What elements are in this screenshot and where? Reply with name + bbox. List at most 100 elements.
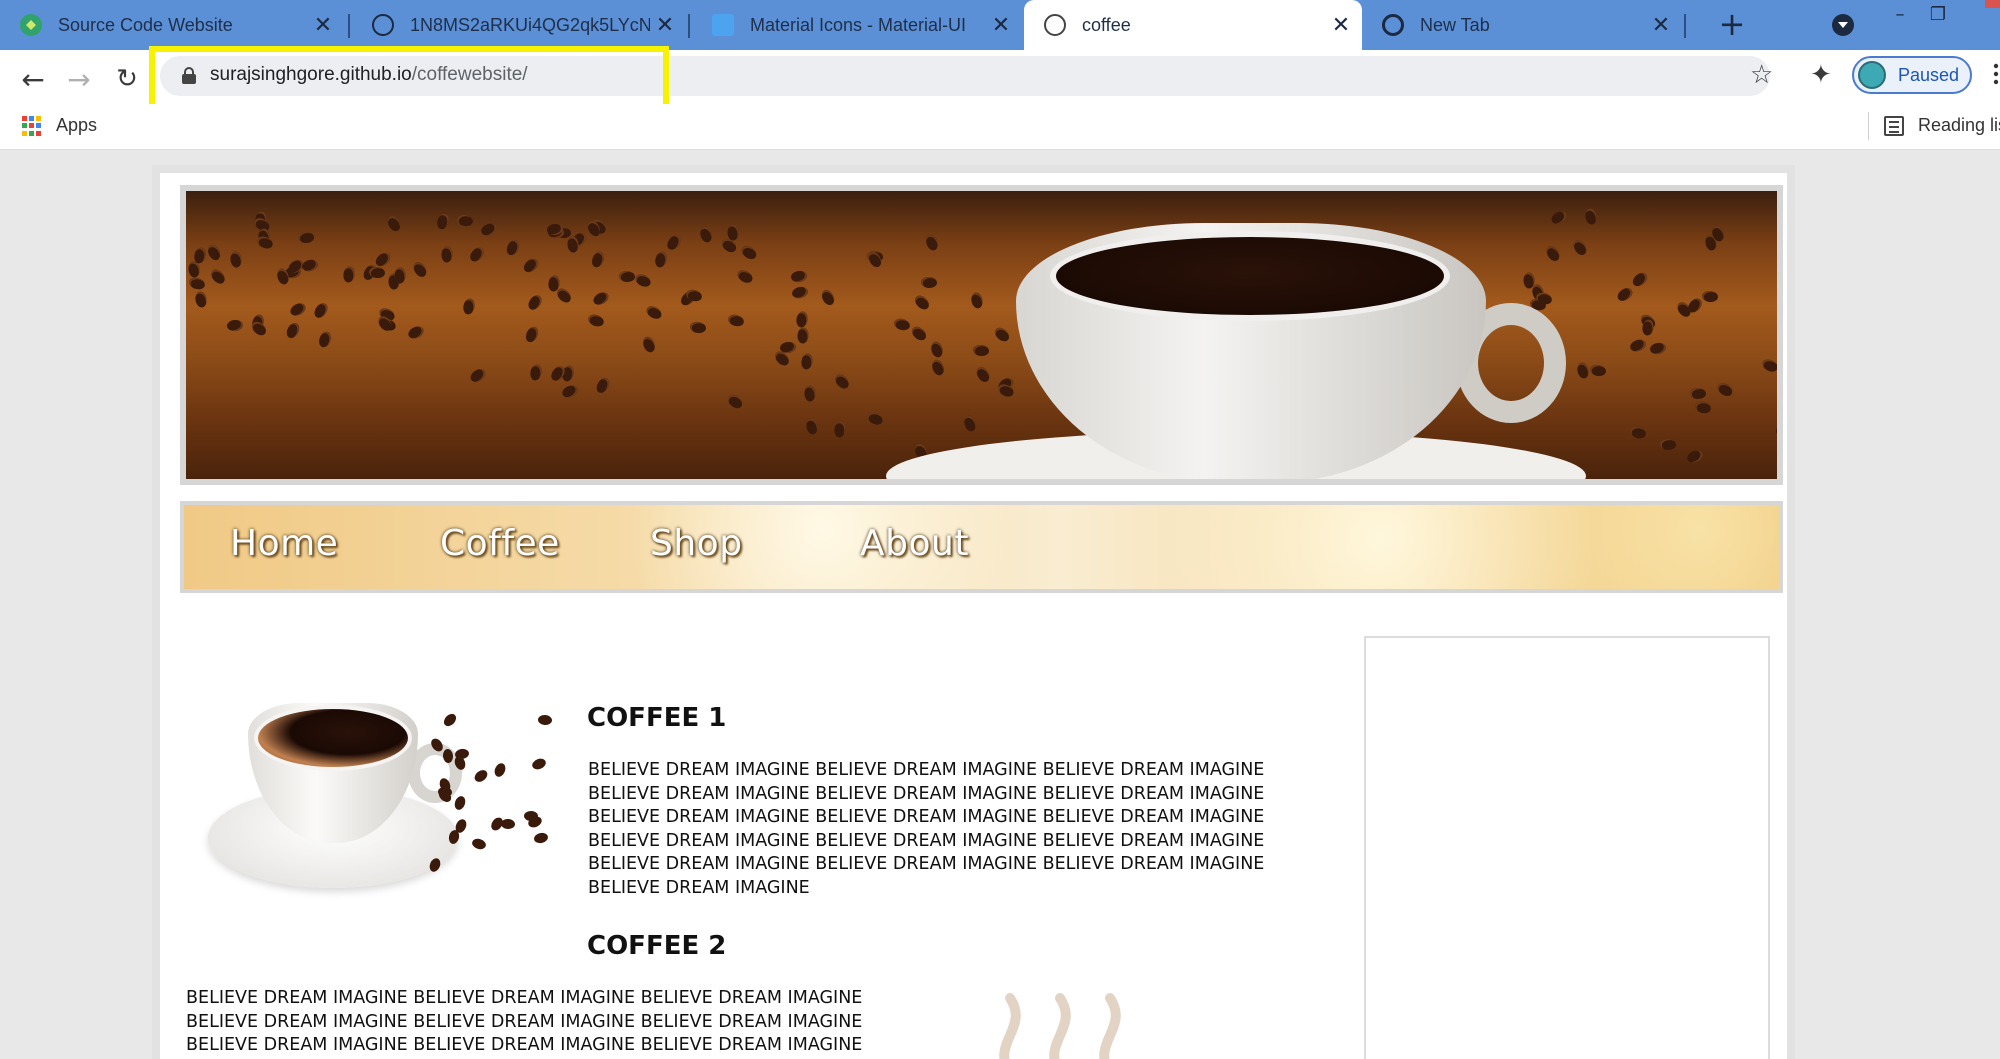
coffee-bean	[492, 761, 508, 779]
coffee-bean	[974, 364, 992, 385]
nav-home[interactable]: Home	[230, 523, 338, 564]
apps-bookmark[interactable]: Apps	[56, 115, 97, 136]
header-banner-image	[180, 185, 1783, 485]
tab-new-tab[interactable]: New Tab ✕	[1362, 0, 1682, 50]
profile-label: Paused	[1898, 65, 1960, 85]
coffee-bean	[467, 244, 487, 265]
coffee-bean	[962, 414, 978, 433]
nav-coffee[interactable]: Coffee	[440, 523, 560, 564]
coffee-bean	[1715, 380, 1735, 399]
minimize-icon[interactable]: –	[1880, 0, 1920, 30]
tab-search-icon[interactable]	[1832, 14, 1854, 36]
coffee-cup-shape	[1016, 213, 1566, 479]
tab-1n8ms2ark[interactable]: 1N8MS2aRKUi4QG2qk5LYcNw ✕	[352, 0, 686, 50]
coffee-bean	[833, 420, 847, 439]
reading-list-button[interactable]: Reading lis	[1918, 115, 2000, 136]
coffee-bean	[470, 837, 488, 851]
coffee-bean	[316, 330, 334, 349]
bookmarks-bar: Apps Reading lis	[0, 104, 2000, 150]
close-icon[interactable]: ✕	[1326, 12, 1356, 38]
coffee-bean	[1630, 270, 1650, 289]
menu-dots-icon[interactable]	[1992, 62, 2000, 86]
coffee-bean	[1760, 357, 1777, 374]
coffee-bean	[504, 237, 522, 258]
plus-icon[interactable]: +	[1714, 6, 1750, 42]
tab-material-icons[interactable]: Material Icons - Material-UI ✕	[692, 0, 1022, 50]
coffee-bean	[567, 236, 579, 253]
restore-icon[interactable]: ❐	[1918, 0, 1958, 30]
tab-source-code-website[interactable]: Source Code Website ✕	[0, 0, 344, 50]
coffee-bean	[1689, 387, 1707, 400]
coffee-bean	[194, 290, 208, 309]
coffee-bean	[633, 271, 653, 290]
close-icon[interactable]: ✕	[308, 12, 338, 38]
coffee-bean	[1584, 207, 1598, 226]
coffee-bean	[795, 310, 809, 329]
coffee-bean	[537, 714, 553, 726]
coffee-bean	[528, 363, 544, 382]
tab-title: coffee	[1082, 14, 1131, 35]
coffee-bean	[1575, 361, 1591, 380]
coffee-bean	[454, 747, 470, 761]
tab-separator	[1684, 14, 1686, 38]
apps-grid-icon[interactable]	[22, 116, 42, 136]
coffee-bean	[560, 383, 580, 400]
coffee-bean	[725, 392, 745, 411]
coffee-bean	[924, 233, 940, 252]
globe-icon	[372, 14, 394, 36]
close-icon[interactable]: ✕	[1646, 12, 1676, 38]
tab-strip: Source Code Website ✕ 1N8MS2aRKUi4QG2qk5…	[0, 0, 2000, 50]
coffee-bean	[1615, 285, 1635, 304]
coffee-bean	[300, 258, 320, 273]
coffee-cup-image	[208, 683, 553, 893]
back-arrow-icon[interactable]: ←	[16, 62, 50, 96]
coffee-bean	[726, 312, 746, 329]
tab-title: Source Code Website	[58, 14, 233, 35]
coffee-bean	[1649, 341, 1667, 356]
forward-arrow-icon[interactable]: →	[62, 62, 96, 96]
avatar	[1858, 61, 1886, 89]
divider	[1868, 112, 1869, 140]
reading-list-icon[interactable]	[1884, 116, 1904, 136]
nav-about[interactable]: About	[860, 523, 969, 564]
close-icon[interactable]: ✕	[650, 12, 680, 38]
coffee-bean	[930, 358, 946, 377]
coffee-bean	[1549, 208, 1569, 227]
coffee-bean	[288, 300, 308, 319]
coffee-bean	[591, 289, 611, 308]
coffee-bean	[523, 324, 541, 345]
coffee-bean	[805, 417, 819, 436]
site-container: Home Coffee Shop About COFFEE 1 BELIEVE …	[152, 165, 1795, 1059]
star-icon[interactable]: ☆	[1750, 60, 1773, 90]
close-icon[interactable]: ✕	[986, 12, 1016, 38]
coffee-bean	[1544, 243, 1562, 264]
coffee-bean	[205, 242, 223, 263]
globe-icon	[1044, 14, 1066, 36]
reload-icon[interactable]: ↻	[110, 62, 144, 96]
steam-decoration	[999, 993, 1121, 1059]
coffee-bean	[1641, 318, 1655, 337]
window-close-button[interactable]	[1985, 0, 2000, 8]
coffee-bean	[468, 366, 488, 385]
tab-coffee[interactable]: coffee ✕	[1024, 0, 1362, 50]
coffee-bean	[385, 213, 403, 234]
coffee-bean	[229, 250, 243, 269]
nav-shop[interactable]: Shop	[650, 523, 743, 564]
profile-button[interactable]: Paused	[1852, 56, 1972, 94]
coffee-bean	[892, 317, 912, 332]
coffee-bean	[790, 269, 808, 284]
coffee-bean	[664, 232, 684, 253]
coffee-bean	[521, 256, 541, 275]
coffee-bean	[452, 794, 468, 812]
source-code-favicon	[20, 14, 42, 36]
chrome-icon	[1382, 14, 1404, 36]
coffee-bean	[472, 767, 490, 785]
material-ui-favicon	[712, 14, 734, 36]
tab-title: 1N8MS2aRKUi4QG2qk5LYcNw	[410, 14, 650, 35]
extension-puzzle-icon[interactable]: ✦	[1810, 60, 1832, 90]
coffee-bean	[298, 232, 314, 243]
coffee-bean	[641, 335, 657, 354]
coffee-bean	[909, 324, 929, 343]
page-viewport[interactable]: Home Coffee Shop About COFFEE 1 BELIEVE …	[0, 151, 2000, 1059]
coffee-bean	[1628, 337, 1648, 354]
